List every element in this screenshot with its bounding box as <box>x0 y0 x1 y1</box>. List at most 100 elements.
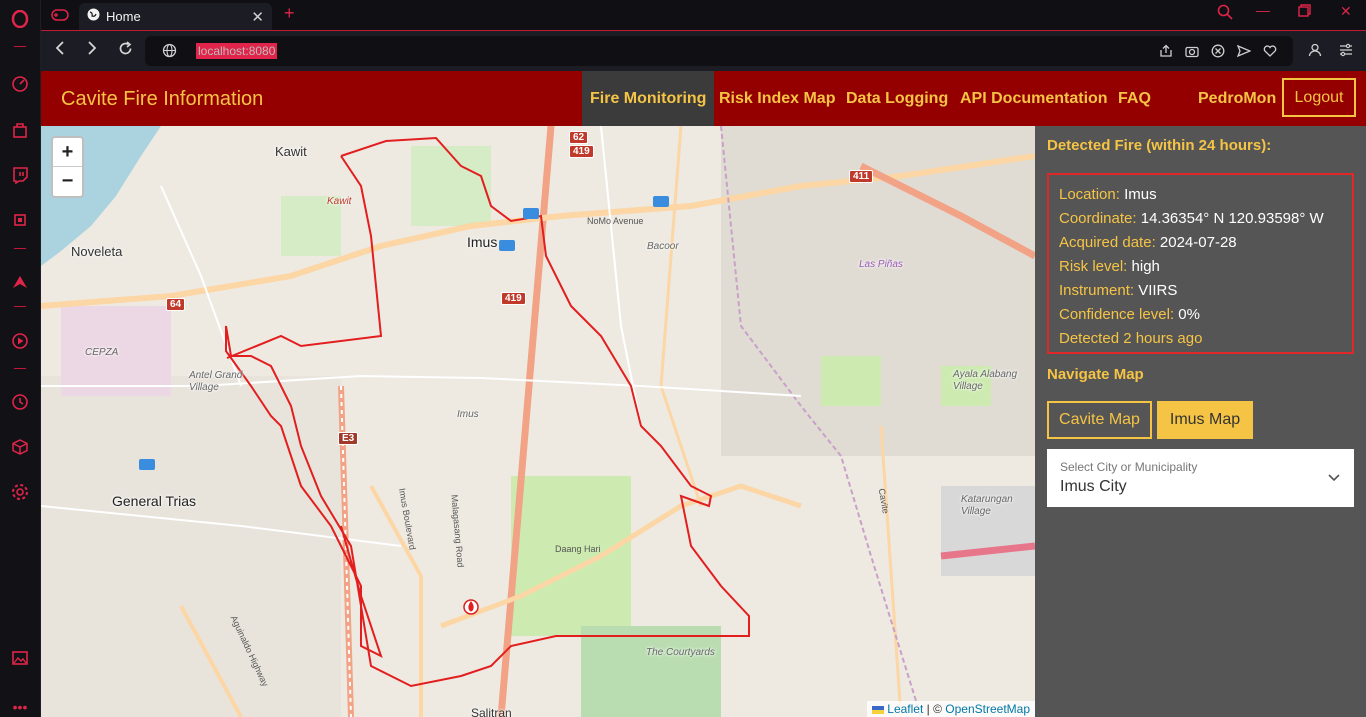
road-label: Daang Hari <box>555 544 601 554</box>
player-icon[interactable] <box>10 331 30 351</box>
twitch-icon[interactable] <box>10 165 30 185</box>
fire-value: high <box>1131 258 1160 275</box>
ukraine-flag-icon <box>871 705 884 714</box>
navigate-map-heading: Navigate Map <box>1047 366 1144 383</box>
close-tab-icon[interactable]: ✕ <box>251 8 264 26</box>
close-window-icon[interactable]: ✕ <box>1340 3 1352 20</box>
fire-marker-icon[interactable] <box>463 599 479 615</box>
url-field[interactable]: localhost:8080 <box>145 36 1293 66</box>
road-label: NoMo Avenue <box>587 216 644 226</box>
heart-icon[interactable] <box>1263 44 1277 58</box>
fire-coordinate-row: Coordinate: 14.36354° N 120.93598° W <box>1059 207 1342 231</box>
fire-label: Risk level: <box>1059 258 1128 275</box>
history-icon[interactable] <box>10 392 30 412</box>
sidebar-divider <box>14 248 26 249</box>
zoom-control: + − <box>51 136 84 198</box>
fire-risk-row: Risk level: high <box>1059 255 1342 279</box>
route-shield: 62 <box>569 131 589 144</box>
share-icon[interactable] <box>1159 44 1173 58</box>
map-label: Noveleta <box>71 244 123 259</box>
nav-api-documentation[interactable]: API Documentation <box>960 71 1108 126</box>
new-tab-icon[interactable]: + <box>284 3 295 24</box>
restore-icon[interactable] <box>1298 4 1311 20</box>
map-view[interactable]: + − Kawit Kawit Noveleta Imus Imus Bacoo… <box>41 126 1035 717</box>
route-shield: 419 <box>569 145 594 158</box>
map-label: Ayala Alabang Village <box>953 369 1018 392</box>
back-icon[interactable] <box>50 41 70 60</box>
send-icon[interactable] <box>1236 44 1252 58</box>
nav-data-logging[interactable]: Data Logging <box>846 71 948 126</box>
aria-icon[interactable] <box>10 272 30 292</box>
zoom-out-button[interactable]: − <box>53 167 82 196</box>
map-label: Antel Grand Village <box>189 370 243 393</box>
chevron-down-icon[interactable] <box>1328 469 1340 487</box>
fire-value: 2024-07-28 <box>1159 234 1237 251</box>
easy-setup-icon[interactable] <box>1339 43 1353 60</box>
address-bar: localhost:8080 <box>41 30 1366 71</box>
more-icon[interactable]: ••• <box>10 697 30 717</box>
gallery-icon[interactable] <box>10 648 30 668</box>
tab-bar: Home ✕ + — ✕ <box>41 0 1366 30</box>
fire-label: Detected 2 hours ago <box>1059 330 1203 347</box>
fire-label: Confidence level: <box>1059 306 1175 323</box>
site-info-icon[interactable] <box>162 43 177 63</box>
minimize-icon[interactable]: — <box>1256 2 1270 18</box>
shopping-icon[interactable] <box>10 120 30 140</box>
map-label: General Trias <box>112 493 197 509</box>
map-tiles <box>41 126 1035 717</box>
search-tabs-icon[interactable] <box>1217 4 1233 23</box>
logout-button[interactable]: Logout <box>1282 78 1356 117</box>
city-select-value: Imus City <box>1060 478 1127 495</box>
leaflet-link[interactable]: Leaflet <box>887 702 923 716</box>
route-shield: 411 <box>849 170 874 183</box>
imus-map-button[interactable]: Imus Map <box>1157 401 1253 439</box>
city-select[interactable]: Select City or Municipality Imus City <box>1047 449 1354 507</box>
fire-instrument-row: Instrument: VIIRS <box>1059 279 1342 303</box>
route-shield: E3 <box>338 432 359 445</box>
fire-date-row: Acquired date: 2024-07-28 <box>1059 231 1342 255</box>
cavite-map-button[interactable]: Cavite Map <box>1047 401 1152 439</box>
sidebar-divider <box>14 306 26 307</box>
fire-value: VIIRS <box>1138 282 1178 299</box>
map-label: The Courtyards <box>646 647 715 658</box>
adblock-icon[interactable] <box>1211 44 1225 58</box>
fire-label: Instrument: <box>1059 282 1135 299</box>
map-label: Kawit <box>327 196 352 207</box>
zoom-in-button[interactable]: + <box>53 138 82 167</box>
nav-fire-monitoring[interactable]: Fire Monitoring <box>582 71 715 126</box>
map-label: Imus <box>467 234 498 250</box>
fire-label: Coordinate: <box>1059 210 1137 227</box>
route-shield: 64 <box>166 298 186 311</box>
reload-icon[interactable] <box>115 41 135 61</box>
nav-risk-index-map[interactable]: Risk Index Map <box>719 71 835 126</box>
map-label: Kawit <box>275 144 307 159</box>
attribution-separator: | © <box>923 702 946 716</box>
tab-home[interactable]: Home ✕ <box>79 3 272 30</box>
opera-logo-icon[interactable] <box>10 9 30 29</box>
nav-faq[interactable]: FAQ <box>1118 71 1151 126</box>
map-label: Salitran <box>471 706 512 717</box>
camera-icon[interactable] <box>1185 44 1199 58</box>
extensions-cube-icon[interactable] <box>10 437 30 457</box>
map-label: Katarungan Village <box>961 494 1013 517</box>
map-label: CEPZA <box>85 347 119 358</box>
fire-details-card: Location: Imus Coordinate: 14.36354° N 1… <box>1047 173 1354 354</box>
profile-icon[interactable] <box>1308 43 1322 60</box>
forward-icon[interactable] <box>82 41 102 60</box>
osm-link[interactable]: OpenStreetMap <box>945 702 1030 716</box>
settings-gear-icon[interactable] <box>10 482 30 502</box>
app-brand[interactable]: Cavite Fire Information <box>61 88 263 111</box>
ai-chip-icon[interactable] <box>10 210 30 230</box>
fire-location-row: Location: Imus <box>1059 183 1342 207</box>
url-text: localhost:8080 <box>196 43 278 59</box>
fire-confidence-row: Confidence level: 0% <box>1059 303 1342 327</box>
sidebar-divider <box>14 46 26 47</box>
gamepad-icon[interactable] <box>49 5 71 25</box>
sidebar-divider <box>14 368 26 369</box>
fire-label: Location: <box>1059 186 1120 203</box>
fire-label: Acquired date: <box>1059 234 1156 251</box>
speed-dial-icon[interactable] <box>10 74 30 94</box>
user-name[interactable]: PedroMon <box>1198 71 1276 126</box>
map-label: Las Piñas <box>859 259 903 270</box>
route-shield: 419 <box>501 292 526 305</box>
